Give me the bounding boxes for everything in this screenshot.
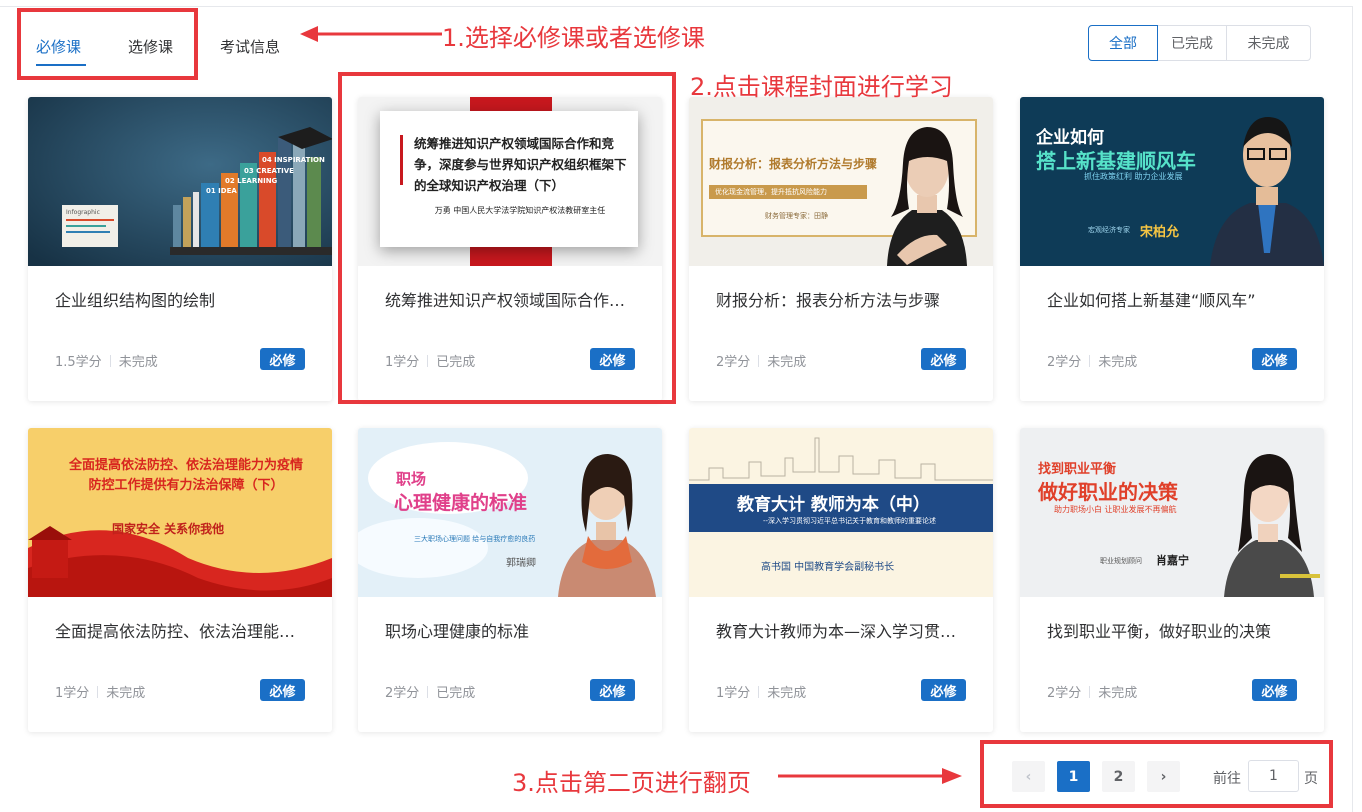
course-card[interactable]: 教育大计 教师为本（中） --深入学习贯彻习近平总书记关于教育和教师的重要论述 …	[689, 428, 993, 732]
course-card[interactable]: 找到职业平衡 做好职业的决策 助力职场小白 让职业发展不再偏航 职业规划顾问 肖…	[1020, 428, 1324, 732]
course-credit: 1学分	[716, 686, 751, 701]
filter-completed-button[interactable]: 已完成	[1157, 25, 1227, 61]
course-meta: 2学分 未完成	[716, 351, 806, 370]
course-cover[interactable]: 职场 心理健康的标准 三大职场心理问题 给与自我疗愈的良药 郭瑞卿	[358, 428, 662, 597]
course-meta: 2学分 已完成	[385, 682, 475, 701]
course-cover[interactable]: 找到职业平衡 做好职业的决策 助力职场小白 让职业发展不再偏航 职业规划顾问 肖…	[1020, 428, 1324, 597]
course-title[interactable]: 找到职业平衡，做好职业的决策	[1047, 618, 1297, 642]
course-cover[interactable]: 企业如何 搭上新基建顺风车 抓住政策红利 助力企业发展 宏观经济专家 宋柏允	[1020, 97, 1324, 266]
course-meta: 2学分 未完成	[1047, 351, 1137, 370]
annotation-box-cover	[338, 72, 676, 404]
required-badge: 必修	[260, 348, 305, 370]
status-filter: 全部 已完成 未完成	[1088, 25, 1311, 61]
course-meta: 1.5学分 未完成	[55, 351, 158, 370]
cover-speaker: 财务管理专家：田静	[765, 212, 828, 220]
tab-exam-info[interactable]: 考试信息	[220, 36, 280, 66]
course-credit: 2学分	[1047, 686, 1082, 701]
cover-line1: 找到职业平衡	[1038, 462, 1117, 477]
annotation-box-pagination	[980, 740, 1333, 808]
course-status: 已完成	[436, 686, 476, 701]
course-card[interactable]: 财报分析：报表分析方法与步骤 优化现金流管理，提升抵抗风险能力 财务管理专家：田…	[689, 97, 993, 401]
course-card[interactable]: Infographic 01 IDEA 02 LEARNING 03 CREAT…	[28, 97, 332, 401]
required-badge: 必修	[921, 348, 966, 370]
cover-speaker-role: 宏观经济专家	[1088, 226, 1130, 234]
annotation-step2: 2.点击课程封面进行学习	[690, 73, 953, 101]
course-status: 未完成	[106, 686, 146, 701]
cover-sub: 助力职场小白 让职业发展不再偏航	[1054, 505, 1177, 514]
cover-speaker: 高书国 中国教育学会副秘书长	[761, 562, 895, 573]
course-credit: 1学分	[55, 686, 90, 701]
cover-sub: 优化现金流管理，提升抵抗风险能力	[709, 185, 867, 199]
course-meta: 2学分 未完成	[1047, 682, 1137, 701]
required-badge: 必修	[1252, 348, 1297, 370]
cover-book-label-1: 01 IDEA	[206, 187, 237, 195]
cover-book-label-3: 03 CREATIVE	[244, 167, 294, 175]
course-status: 未完成	[767, 686, 807, 701]
course-card[interactable]: 全面提高依法防控、依法治理能力为疫情防控工作提供有力法治保障（下） 国家安全 关…	[28, 428, 332, 732]
course-cover[interactable]: Infographic 01 IDEA 02 LEARNING 03 CREAT…	[28, 97, 332, 266]
course-card[interactable]: 企业如何 搭上新基建顺风车 抓住政策红利 助力企业发展 宏观经济专家 宋柏允 企…	[1020, 97, 1324, 401]
filter-incomplete-button[interactable]: 未完成	[1226, 25, 1311, 61]
cover-book-label-2: 02 LEARNING	[225, 177, 278, 185]
cover-heading: 教育大计 教师为本（中）	[737, 495, 930, 515]
course-credit: 1.5学分	[55, 355, 102, 370]
annotation-arrow-3	[778, 768, 962, 784]
course-title[interactable]: 财报分析：报表分析方法与步骤	[716, 287, 966, 311]
cover-line2: 做好职业的决策	[1038, 480, 1178, 504]
annotation-step3: 3.点击第二页进行翻页	[512, 769, 751, 797]
annotation-box-tabs	[17, 8, 198, 80]
annotation-step1: 1.选择必修课或者选修课	[442, 24, 705, 52]
course-credit: 2学分	[1047, 355, 1082, 370]
cover-sub: 国家安全 关系你我他	[112, 522, 225, 536]
cover-line2: 搭上新基建顺风车	[1036, 149, 1196, 173]
cover-heading: 财报分析：报表分析方法与步骤	[709, 157, 878, 171]
cover-sub: 抓住政策红利 助力企业发展	[1084, 172, 1183, 181]
course-meta: 1学分 未完成	[716, 682, 806, 701]
course-cover[interactable]: 全面提高依法防控、依法治理能力为疫情防控工作提供有力法治保障（下） 国家安全 关…	[28, 428, 332, 597]
cover-book-label-4: 04 INSPIRATION	[262, 156, 325, 164]
course-title[interactable]: 职场心理健康的标准	[385, 618, 635, 642]
cover-speaker: 郭瑞卿	[506, 558, 536, 569]
cover-sub: --深入学习贯彻习近平总书记关于教育和教师的重要论述	[763, 517, 937, 525]
course-title[interactable]: 企业组织结构图的绘制	[55, 287, 305, 311]
annotation-arrow-1	[300, 26, 442, 42]
course-cover[interactable]: 财报分析：报表分析方法与步骤 优化现金流管理，提升抵抗风险能力 财务管理专家：田…	[689, 97, 993, 266]
required-badge: 必修	[921, 679, 966, 701]
cover-speaker-role: 职业规划顾问	[1100, 557, 1142, 565]
cover-line2: 心理健康的标准	[394, 492, 528, 514]
cover-sub: 三大职场心理问题 给与自我疗愈的良药	[414, 535, 536, 543]
course-status: 未完成	[118, 355, 158, 370]
course-status: 未完成	[767, 355, 807, 370]
required-badge: 必修	[1252, 679, 1297, 701]
course-credit: 2学分	[385, 686, 420, 701]
filter-all-button[interactable]: 全部	[1088, 25, 1158, 61]
top-border	[0, 6, 1352, 7]
cover-line1: 职场	[396, 470, 427, 488]
course-meta: 1学分 未完成	[55, 682, 145, 701]
cover-heading: 全面提高依法防控、依法治理能力为疫情防控工作提供有力法治保障（下）	[68, 458, 303, 493]
course-card[interactable]: 职场 心理健康的标准 三大职场心理问题 给与自我疗愈的良药 郭瑞卿 职场心理健康…	[358, 428, 662, 732]
course-title[interactable]: 全面提高依法防控、依法治理能…	[55, 618, 305, 642]
cover-speaker: 宋柏允	[1140, 225, 1180, 240]
cover-speaker: 肖嘉宁	[1156, 554, 1189, 567]
course-title[interactable]: 教育大计教师为本—深入学习贯…	[716, 618, 966, 642]
course-credit: 2学分	[716, 355, 751, 370]
required-badge: 必修	[590, 679, 635, 701]
cover-small-book-label: Infographic	[66, 209, 100, 216]
course-status: 未完成	[1098, 355, 1138, 370]
right-border	[1352, 6, 1353, 812]
course-status: 未完成	[1098, 686, 1138, 701]
required-badge: 必修	[260, 679, 305, 701]
course-cover[interactable]: 教育大计 教师为本（中） --深入学习贯彻习近平总书记关于教育和教师的重要论述 …	[689, 428, 993, 597]
course-title[interactable]: 企业如何搭上新基建“顺风车”	[1047, 287, 1297, 311]
